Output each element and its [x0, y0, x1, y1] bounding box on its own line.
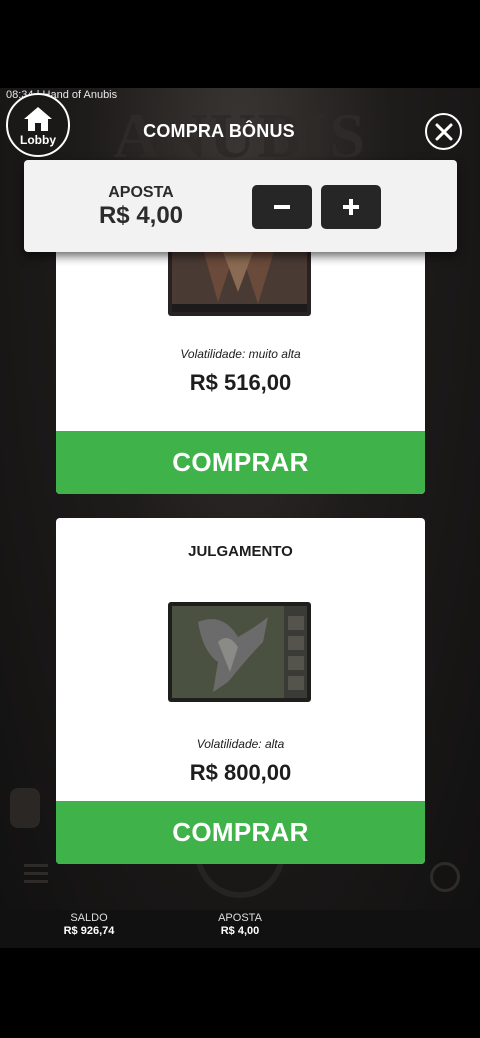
bet-panel: APOSTA R$ 4,00: [24, 160, 457, 252]
bonus-symbol-image: [168, 602, 311, 702]
modal-title: COMPRA BÔNUS: [143, 121, 295, 141]
footer-bar: SALDO R$ 926,74 APOSTA R$ 4,00: [0, 910, 480, 948]
footer-bet-display: APOSTA R$ 4,00: [190, 912, 290, 937]
minus-icon: [274, 205, 290, 209]
footer-bet-label: APOSTA: [218, 912, 262, 924]
offers-list[interactable]: Volatilidade: muito alta R$ 516,00 COMPR…: [0, 252, 480, 910]
bonus-symbol-image: [168, 252, 311, 316]
bonus-price: R$ 800,00: [189, 760, 292, 785]
bet-value: R$ 4,00: [98, 202, 184, 229]
bottom-black-bar: [0, 948, 480, 1038]
top-black-bar: [0, 0, 480, 88]
buy-button[interactable]: COMPRAR: [56, 801, 425, 864]
close-icon: [435, 123, 452, 140]
bonus-offer-card: Volatilidade: muito alta R$ 516,00 COMPR…: [56, 252, 425, 494]
plus-icon: [343, 199, 359, 215]
bet-label: APOSTA: [108, 184, 174, 201]
buy-button[interactable]: COMPRAR: [56, 431, 425, 494]
balance-display: SALDO R$ 926,74: [39, 912, 139, 937]
bonus-title: JULGAMENTO: [188, 543, 293, 560]
footer-bet-value: R$ 4,00: [220, 925, 260, 937]
volatility-label: Volatilidade: muito alta: [180, 347, 301, 361]
bonus-offer-card: JULGAMENTO Volatilidade: alta R$ 800,00 …: [56, 518, 425, 864]
balance-label: SALDO: [70, 912, 108, 924]
bonus-price: R$ 516,00: [189, 370, 292, 395]
increase-bet-button[interactable]: [321, 185, 381, 229]
balance-value: R$ 926,74: [63, 925, 115, 937]
volatility-label: Volatilidade: alta: [196, 737, 285, 751]
decrease-bet-button[interactable]: [252, 185, 312, 229]
close-button[interactable]: [425, 113, 462, 150]
